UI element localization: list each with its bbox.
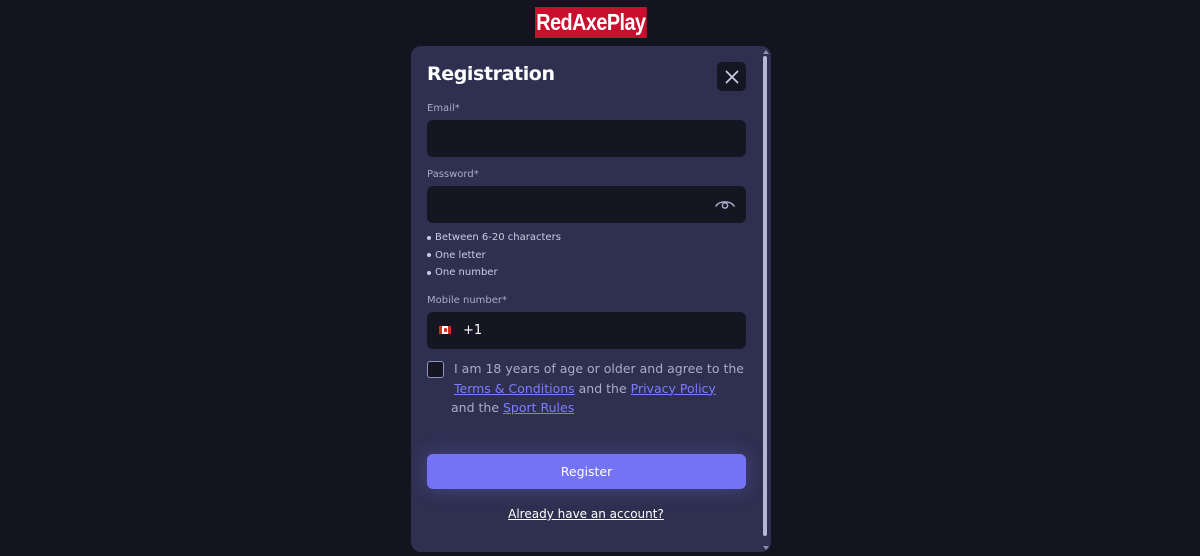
password-rules: Between 6-20 characters One letter One n… xyxy=(427,229,561,282)
email-label: Email* xyxy=(427,103,460,114)
login-link[interactable]: Already have an account? xyxy=(411,507,761,521)
bullet-icon xyxy=(427,235,431,240)
country-code: +1 xyxy=(463,323,483,338)
bullet-icon xyxy=(427,253,431,258)
modal-title: Registration xyxy=(427,63,555,85)
password-field-wrapper xyxy=(427,186,746,223)
agreement-text: I am 18 years of age or older and agree … xyxy=(451,361,744,415)
password-rule-item: One number xyxy=(427,264,561,282)
scroll-thumb[interactable] xyxy=(763,56,767,536)
brand-logo[interactable]: RedAxePlay xyxy=(535,7,647,38)
sport-rules-link[interactable]: Sport Rules xyxy=(503,400,574,415)
password-rule-item: One letter xyxy=(427,247,561,265)
registration-modal: Registration Email* Password* Between 6-… xyxy=(411,46,771,552)
register-button[interactable]: Register xyxy=(427,454,746,489)
password-label: Password* xyxy=(427,169,479,180)
eye-icon xyxy=(715,201,735,209)
mobile-label: Mobile number* xyxy=(427,295,508,306)
show-password-button[interactable] xyxy=(714,194,736,214)
email-field-wrapper xyxy=(427,120,746,157)
terms-link[interactable]: Terms & Conditions xyxy=(454,381,575,396)
privacy-policy-link[interactable]: Privacy Policy xyxy=(631,381,716,396)
scroll-down-icon[interactable] xyxy=(763,546,769,550)
age-agreement-checkbox[interactable] xyxy=(427,361,444,378)
close-button[interactable] xyxy=(717,62,746,91)
mobile-input[interactable] xyxy=(485,312,746,349)
email-input[interactable] xyxy=(427,120,746,157)
password-rule-item: Between 6-20 characters xyxy=(427,229,561,247)
scroll-up-icon[interactable] xyxy=(763,50,769,54)
canada-flag-icon[interactable] xyxy=(439,326,451,334)
mobile-field-wrapper: +1 xyxy=(427,312,746,349)
password-input[interactable] xyxy=(427,186,746,223)
modal-scrollbar[interactable] xyxy=(761,46,771,552)
page: RedAxePlay Registration Email* Password*… xyxy=(0,0,1200,556)
bullet-icon xyxy=(427,270,431,275)
close-icon xyxy=(725,70,738,83)
